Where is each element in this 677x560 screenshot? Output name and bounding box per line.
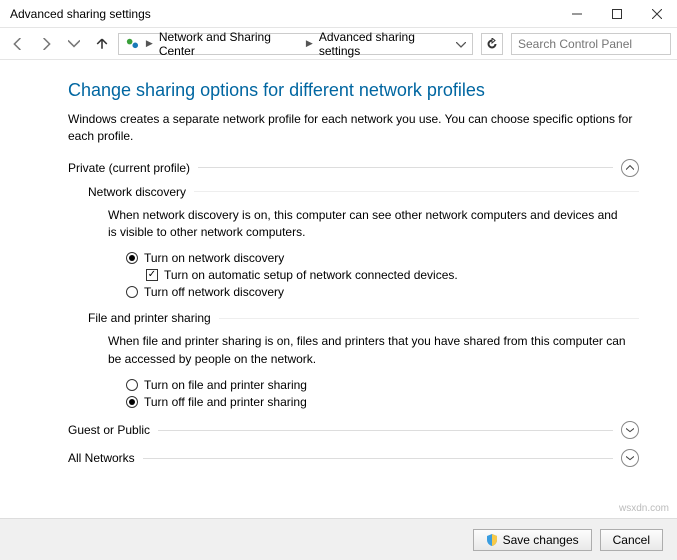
network-discovery-options: Turn on network discovery Turn on automa…: [126, 251, 639, 299]
radio-fps-on[interactable]: Turn on file and printer sharing: [126, 378, 639, 392]
titlebar: Advanced sharing settings: [0, 0, 677, 28]
section-allnetworks-header[interactable]: All Networks: [68, 449, 639, 467]
page-description: Windows creates a separate network profi…: [68, 111, 639, 145]
maximize-button[interactable]: [597, 0, 637, 28]
radio-icon: [126, 396, 138, 408]
subsection-network-discovery: Network discovery: [88, 185, 639, 199]
radio-label: Turn on file and printer sharing: [144, 378, 307, 392]
radio-label: Turn on network discovery: [144, 251, 284, 265]
radio-netdisc-off[interactable]: Turn off network discovery: [126, 285, 639, 299]
fps-options: Turn on file and printer sharing Turn of…: [126, 378, 639, 409]
radio-netdisc-on[interactable]: Turn on network discovery: [126, 251, 639, 265]
breadcrumb[interactable]: ▶ Network and Sharing Center ▶ Advanced …: [118, 33, 473, 55]
page-title: Change sharing options for different net…: [68, 80, 639, 101]
radio-label: Turn off file and printer sharing: [144, 395, 307, 409]
checkbox-icon: [146, 269, 158, 281]
radio-icon: [126, 286, 138, 298]
close-button[interactable]: [637, 0, 677, 28]
crumb-network-sharing[interactable]: Network and Sharing Center: [159, 30, 300, 58]
save-label: Save changes: [503, 533, 579, 547]
recent-dropdown[interactable]: [62, 32, 86, 56]
section-allnetworks-label: All Networks: [68, 451, 135, 465]
save-button[interactable]: Save changes: [473, 529, 592, 551]
radio-fps-off[interactable]: Turn off file and printer sharing: [126, 395, 639, 409]
refresh-button[interactable]: [481, 33, 503, 55]
search-input[interactable]: [511, 33, 671, 55]
footer: Save changes Cancel: [0, 518, 677, 560]
breadcrumb-dropdown-icon[interactable]: [456, 37, 466, 51]
fps-label: File and printer sharing: [88, 311, 211, 325]
network-discovery-label: Network discovery: [88, 185, 186, 199]
radio-label: Turn off network discovery: [144, 285, 284, 299]
cancel-button[interactable]: Cancel: [600, 529, 663, 551]
section-guest-label: Guest or Public: [68, 423, 150, 437]
fps-desc: When file and printer sharing is on, fil…: [108, 333, 629, 368]
subsection-file-printer-sharing: File and printer sharing: [88, 311, 639, 325]
checkbox-netdisc-auto[interactable]: Turn on automatic setup of network conne…: [146, 268, 639, 282]
cancel-label: Cancel: [613, 533, 650, 547]
content-area: Change sharing options for different net…: [0, 60, 677, 518]
expand-icon[interactable]: [621, 421, 639, 439]
section-private-header[interactable]: Private (current profile): [68, 159, 639, 177]
chevron-right-icon: ▶: [146, 38, 153, 49]
section-guest-header[interactable]: Guest or Public: [68, 421, 639, 439]
control-panel-icon: [125, 36, 140, 52]
network-discovery-desc: When network discovery is on, this compu…: [108, 207, 629, 242]
checkbox-label: Turn on automatic setup of network conne…: [164, 268, 458, 282]
up-button[interactable]: [90, 32, 114, 56]
minimize-button[interactable]: [557, 0, 597, 28]
collapse-icon[interactable]: [621, 159, 639, 177]
radio-icon: [126, 379, 138, 391]
radio-icon: [126, 252, 138, 264]
forward-button[interactable]: [34, 32, 58, 56]
expand-icon[interactable]: [621, 449, 639, 467]
window-title: Advanced sharing settings: [0, 7, 557, 21]
chevron-right-icon: ▶: [306, 38, 313, 49]
shield-icon: [486, 534, 498, 546]
watermark: wsxdn.com: [619, 503, 669, 514]
navbar: ▶ Network and Sharing Center ▶ Advanced …: [0, 28, 677, 60]
crumb-advanced-sharing[interactable]: Advanced sharing settings: [319, 30, 450, 58]
section-private-label: Private (current profile): [68, 161, 190, 175]
back-button[interactable]: [6, 32, 30, 56]
